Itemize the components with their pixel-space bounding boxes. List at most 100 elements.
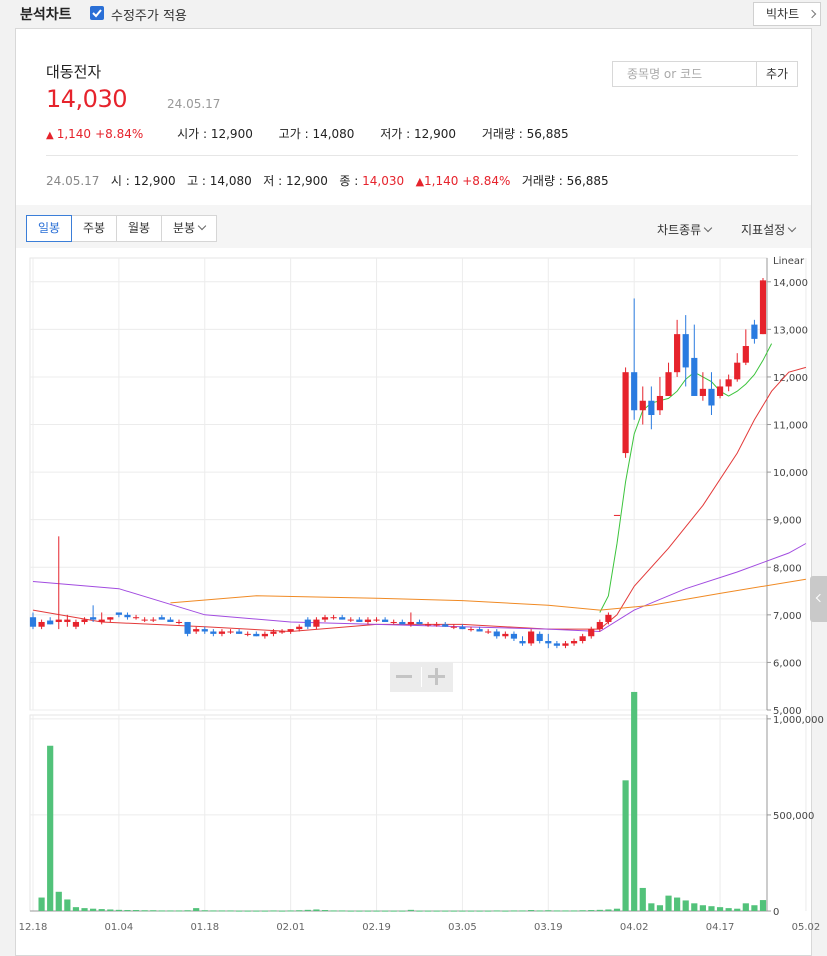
candle-body <box>81 619 88 622</box>
candle-body <box>218 631 226 634</box>
volume-bar <box>132 910 140 912</box>
price-plot-frame <box>29 257 768 711</box>
volume-bar <box>631 691 638 911</box>
candle <box>150 617 157 622</box>
volume-bar <box>596 909 603 911</box>
volume-bar <box>399 910 406 912</box>
candle-body <box>132 617 140 619</box>
candle <box>210 629 217 637</box>
candle-body <box>519 641 526 644</box>
volume-bar <box>81 908 88 911</box>
candle-body <box>38 621 45 627</box>
candle <box>416 619 423 625</box>
candle <box>278 629 286 634</box>
candle-body <box>613 514 621 516</box>
candle-body <box>485 631 492 633</box>
volume-bar <box>390 910 397 912</box>
candle-body <box>424 624 432 626</box>
candle <box>382 617 389 622</box>
volume-bar <box>510 910 518 912</box>
volume-tick-label: 1,000,000 <box>773 715 824 726</box>
volume-bar <box>64 899 71 911</box>
side-panel-handle[interactable] <box>810 576 827 622</box>
candle <box>158 614 165 620</box>
candle-body <box>347 619 354 621</box>
candle-body <box>158 617 165 620</box>
volume-bar <box>648 903 655 911</box>
volume-bar <box>72 907 80 911</box>
candle-body <box>639 400 646 411</box>
candle <box>244 631 251 637</box>
candle <box>450 624 457 630</box>
volume-bar <box>124 910 131 912</box>
stock-chart[interactable]: 12.18 01.04 01.18 02.01 02.19 03.05 03.19 04.02… <box>0 0 827 956</box>
volume-bar <box>476 910 483 912</box>
moving-average-20 <box>32 366 807 633</box>
candle-body <box>656 395 664 411</box>
candle-body <box>124 614 131 618</box>
candle-body <box>167 619 174 622</box>
candle <box>605 612 612 625</box>
volume-bar <box>639 887 646 911</box>
candle-body <box>175 621 183 623</box>
candle <box>321 614 329 622</box>
tab-daily[interactable]: 일봉 <box>26 215 72 242</box>
candle-body <box>193 629 200 632</box>
zoom-in-button[interactable] <box>428 668 445 685</box>
candle <box>373 617 380 622</box>
volume-bar <box>347 910 354 912</box>
candle-body <box>364 619 372 622</box>
zoom-divider <box>421 667 422 687</box>
volume-bar <box>227 910 234 912</box>
y-tick-label: 6,000 <box>773 658 802 669</box>
candle-body <box>150 619 157 621</box>
candle <box>459 624 466 630</box>
candle <box>502 631 509 639</box>
candle <box>193 626 200 634</box>
candle-body <box>450 626 457 628</box>
volume-bar <box>356 910 363 912</box>
candle-body <box>502 633 509 637</box>
candle-body <box>236 631 243 634</box>
candle-body <box>493 631 500 637</box>
volume-bar <box>244 910 251 912</box>
volume-bar <box>536 910 543 912</box>
volume-bar <box>742 903 749 911</box>
candle-body <box>725 379 732 387</box>
volume-bar <box>339 910 346 912</box>
volume-bar <box>450 910 457 912</box>
candle <box>236 629 243 634</box>
volume-bar <box>493 910 500 912</box>
volume-bar <box>622 780 629 911</box>
candle-body <box>665 372 672 396</box>
candle-body <box>399 621 406 625</box>
volume-bar <box>236 910 243 912</box>
volume-bar <box>605 909 612 911</box>
volume-bar <box>38 897 45 911</box>
volume-bar <box>467 910 475 912</box>
candle <box>691 324 698 396</box>
volume-bar <box>382 910 389 912</box>
candle-body <box>330 617 337 619</box>
candle <box>579 633 586 644</box>
volume-bar <box>459 910 466 912</box>
y-tick-label: 11,000 <box>773 421 808 432</box>
volume-bar <box>321 910 329 912</box>
candle <box>347 617 354 622</box>
y-tick-label: 13,000 <box>773 325 808 336</box>
candle-body <box>467 629 475 631</box>
volume-bar <box>759 900 767 911</box>
volume-bar <box>115 909 122 911</box>
candle <box>124 612 131 620</box>
candle-body <box>648 400 655 416</box>
volume-bar <box>210 910 217 912</box>
zoom-out-button[interactable] <box>396 675 412 678</box>
volume-bar <box>270 910 277 912</box>
chevron-left-icon <box>815 593 825 603</box>
volume-bar <box>141 910 148 912</box>
candle <box>588 626 595 639</box>
volume-plot-frame <box>29 714 768 912</box>
volume-bar <box>588 910 595 912</box>
candle-body <box>278 631 286 633</box>
volume-bar <box>313 909 320 911</box>
